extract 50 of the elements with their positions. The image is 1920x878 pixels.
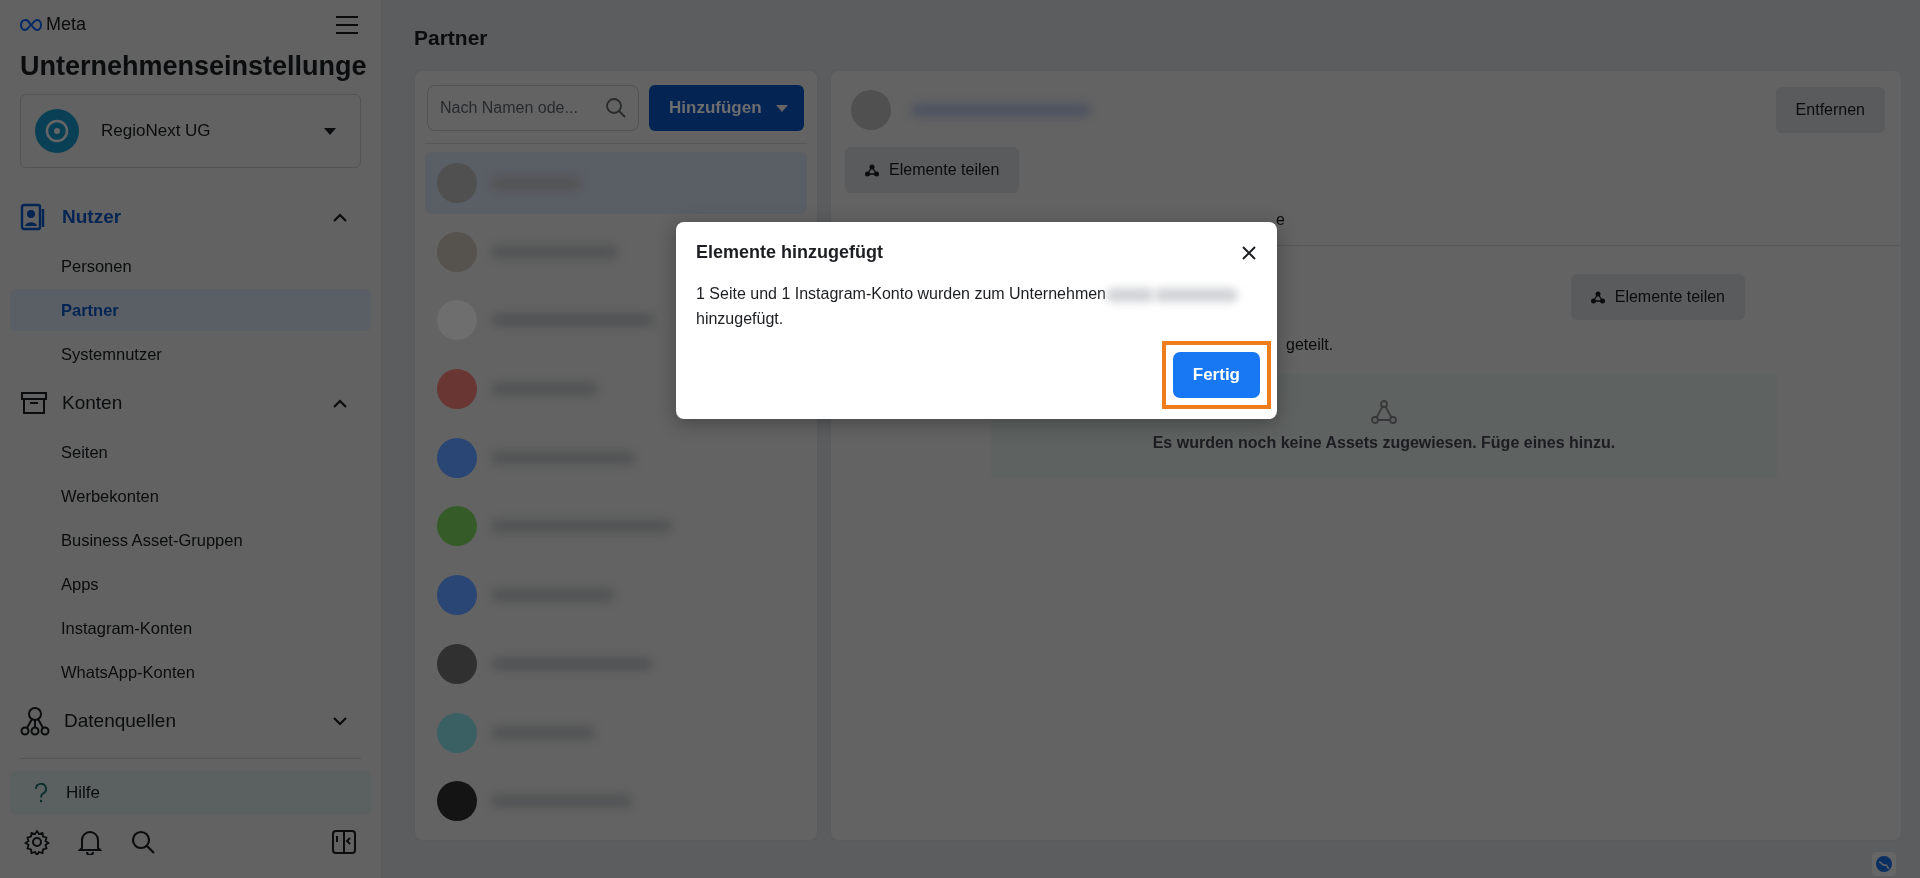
page-title: Partner bbox=[414, 26, 489, 50]
panel-toggle-icon[interactable] bbox=[331, 829, 357, 855]
network-nodes-icon bbox=[20, 706, 50, 736]
dialog-message: 1 Seite und 1 Instagram-Konto wurden zum Unternehmen bbox=[696, 285, 1106, 302]
share-assets-button[interactable]: Elemente teilen bbox=[845, 147, 1020, 193]
remove-button[interactable]: Entfernen bbox=[1775, 87, 1885, 133]
chevron-up-icon bbox=[333, 398, 347, 408]
settings-icon[interactable] bbox=[24, 829, 50, 855]
tab-label[interactable]: e bbox=[1276, 211, 1285, 229]
settings-title: Unternehmenseinstellunge bbox=[20, 51, 368, 82]
triangle-nodes-icon bbox=[1590, 290, 1605, 304]
infinity-logo-icon bbox=[20, 18, 42, 31]
archive-box-icon bbox=[20, 389, 48, 417]
nav-item[interactable]: Systemnutzer bbox=[10, 333, 371, 375]
nav-section[interactable]: Nutzer bbox=[10, 190, 371, 244]
account-selector[interactable]: RegioNext UG bbox=[20, 94, 361, 168]
empty-state-text: Es wurden noch keine Assets zugewiesen. Füge eines hinzu. bbox=[1152, 434, 1616, 452]
dropdown-caret-icon bbox=[324, 127, 336, 135]
brand-name: Meta bbox=[46, 14, 87, 35]
nav-item[interactable]: WhatsApp-Konten bbox=[10, 651, 371, 693]
question-mark-icon bbox=[34, 783, 48, 803]
search-icon[interactable] bbox=[130, 829, 156, 855]
help-item[interactable]: Hilfe bbox=[10, 771, 371, 815]
nav-item[interactable]: Instagram-Konten bbox=[10, 607, 371, 649]
chevron-up-icon bbox=[333, 212, 347, 222]
nav-item[interactable]: Personen bbox=[10, 245, 371, 287]
globe-icon[interactable] bbox=[1872, 852, 1896, 876]
dialog-title: Elemente hinzugefügt bbox=[696, 242, 883, 263]
done-button[interactable]: Fertig bbox=[1172, 352, 1260, 398]
triangle-nodes-icon bbox=[1371, 400, 1397, 424]
search-field[interactable]: Nach Namen ode... bbox=[427, 85, 639, 131]
nav-item[interactable]: Partner bbox=[10, 289, 371, 331]
nav-item[interactable]: Seiten bbox=[10, 431, 371, 473]
nav-item[interactable]: Apps bbox=[10, 563, 371, 605]
bell-icon[interactable] bbox=[78, 829, 102, 855]
dialog-message: hinzugefügt. bbox=[696, 310, 784, 327]
nav-section[interactable]: Datenquellen bbox=[10, 694, 371, 748]
account-avatar-icon bbox=[35, 109, 79, 153]
shared-text: geteilt. bbox=[1286, 336, 1334, 353]
close-icon[interactable] bbox=[1241, 244, 1257, 261]
nav-section[interactable]: Konten bbox=[10, 376, 371, 430]
triangle-nodes-icon bbox=[865, 163, 879, 177]
share-assets-button[interactable]: Elemente teilen bbox=[1570, 274, 1745, 320]
nav-item[interactable]: Werbekonten bbox=[10, 475, 371, 517]
add-button[interactable]: Hinzufügen bbox=[649, 85, 804, 131]
chevron-down-icon bbox=[333, 716, 347, 726]
menu-icon[interactable] bbox=[335, 14, 359, 35]
search-icon bbox=[605, 97, 627, 119]
nav-item[interactable]: Business Asset-Gruppen bbox=[10, 519, 371, 561]
caret-icon bbox=[775, 104, 788, 112]
